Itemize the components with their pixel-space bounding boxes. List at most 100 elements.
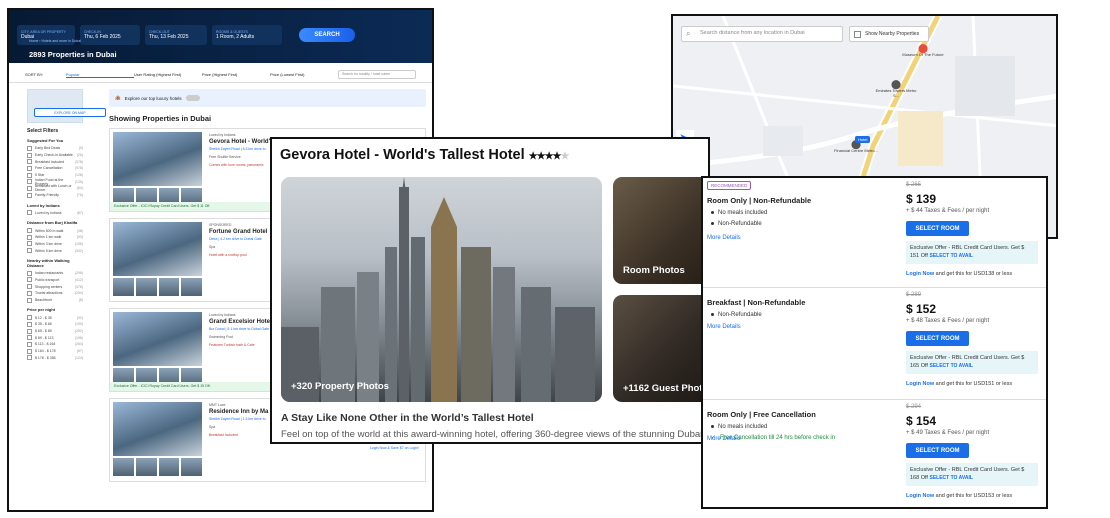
thumb-image[interactable] [135, 278, 157, 296]
filter-option[interactable]: Early Bird Deals (9) [27, 145, 83, 152]
hotel-images[interactable] [110, 129, 205, 211]
filter-checkbox[interactable] [27, 152, 32, 158]
filter-option[interactable]: Breakfast Included (378) [27, 158, 83, 165]
filter-option[interactable]: Family-Friendly (76) [27, 192, 83, 199]
filter-checkbox[interactable] [27, 145, 32, 151]
filter-checkbox[interactable] [27, 210, 32, 216]
login-now-link[interactable]: Login Now [906, 271, 934, 277]
filter-checkbox[interactable] [27, 270, 32, 276]
filter-option[interactable]: $ 65 - $ 89 (252) [27, 328, 83, 335]
locality-search-input[interactable]: Search for locality / hotel name [338, 70, 417, 79]
filter-checkbox[interactable] [27, 179, 32, 185]
map-thumbnail[interactable]: EXPLORE ON MAP [27, 89, 106, 123]
select-room-button[interactable]: SELECT ROOM [906, 221, 969, 236]
filter-checkbox[interactable] [27, 341, 32, 347]
filter-option[interactable]: Beachfront (8) [27, 297, 83, 304]
more-details-link[interactable]: More Details [707, 324, 741, 330]
hotel-marker[interactable]: Hotel [855, 136, 871, 143]
thumb-image[interactable] [158, 278, 180, 296]
filter-checkbox[interactable] [27, 248, 32, 254]
login-now-link[interactable]: Login Now [906, 381, 934, 387]
hotel-main-image[interactable] [113, 132, 202, 186]
sort-rating[interactable]: User Rating (Highest First) [134, 72, 202, 77]
filter-checkbox[interactable] [27, 228, 32, 234]
filter-option[interactable]: $ 178 - $ 356 (124) [27, 355, 83, 362]
filter-option[interactable]: Within 3 km drive (156) [27, 241, 83, 248]
thumb-image[interactable] [181, 278, 202, 296]
select-to-avail-link[interactable]: SELECT TO AVAIL [929, 363, 972, 369]
filter-option[interactable]: $ 35 - $ 65 (199) [27, 321, 83, 328]
hotel-images[interactable] [110, 399, 205, 481]
hotel-main-image[interactable] [113, 402, 202, 456]
explore-map-button[interactable]: EXPLORE ON MAP [34, 108, 106, 117]
nearby-properties-toggle[interactable]: Show Nearby Properties [849, 26, 929, 42]
checkout-field[interactable]: CHECK-OUT Thu, 13 Feb 2025 [145, 25, 207, 45]
filter-option[interactable]: Free Cancellation (978) [27, 165, 83, 172]
login-save-link[interactable]: Login Now & Save $7 on Login! [370, 446, 419, 450]
filter-option[interactable]: Within 500 m walk (48) [27, 227, 83, 234]
filter-option[interactable]: Breakfast with Lunch or Dinner (64) [27, 184, 83, 192]
luxury-banner[interactable]: 🏨 Explore our top luxury hotels [109, 89, 426, 107]
more-details-link[interactable]: More Details [707, 235, 741, 241]
guests-field[interactable]: ROOMS & GUESTS 1 Room, 2 Adults [212, 25, 282, 45]
thumb-image[interactable] [113, 278, 134, 296]
poi-financial-centre[interactable]: ⬤ Financial Centre Metro... [833, 140, 879, 154]
filter-checkbox[interactable] [27, 192, 32, 198]
filter-checkbox[interactable] [27, 185, 32, 191]
filter-option[interactable]: $ 12 - $ 35 (32) [27, 314, 83, 321]
filter-option[interactable]: $ 164 - $ 178 (87) [27, 348, 83, 355]
hotel-main-image[interactable] [113, 222, 202, 276]
sort-price-low[interactable]: Price (Lowest First) [270, 72, 338, 77]
filter-checkbox[interactable] [27, 355, 32, 361]
filter-checkbox[interactable] [27, 348, 32, 354]
login-now-link[interactable]: Login Now [906, 493, 934, 499]
filter-checkbox[interactable] [27, 328, 32, 334]
hotel-images[interactable] [110, 309, 205, 391]
filter-option[interactable]: Early Check-In Available (26) [27, 152, 83, 159]
select-room-button[interactable]: SELECT ROOM [906, 443, 969, 458]
filter-checkbox[interactable] [27, 335, 32, 341]
filter-checkbox[interactable] [27, 321, 32, 327]
thumb-image[interactable] [135, 458, 157, 476]
filter-checkbox[interactable] [27, 284, 32, 290]
sort-price-high[interactable]: Price (Highest First) [202, 72, 270, 77]
thumb-image[interactable] [113, 458, 134, 476]
filter-checkbox[interactable] [27, 241, 32, 247]
filter-checkbox[interactable] [27, 290, 32, 296]
nearby-checkbox[interactable] [854, 31, 861, 38]
map-search-input[interactable]: Search distance from any location in Dub… [681, 26, 843, 42]
filter-checkbox[interactable] [27, 297, 32, 303]
room-photos-tile[interactable]: Room Photos [613, 177, 708, 284]
breadcrumb[interactable]: Home › Hotels and more in Dubai [29, 39, 81, 43]
filter-option[interactable]: Public transport (412) [27, 277, 83, 284]
filter-option[interactable]: Indian restaurants (296) [27, 270, 83, 277]
filter-checkbox[interactable] [27, 165, 32, 171]
search-button[interactable]: SEARCH [299, 28, 355, 42]
filter-checkbox[interactable] [27, 172, 32, 178]
hotel-main-image[interactable] [113, 312, 202, 366]
guest-photos-tile[interactable]: +1162 Guest Photos [613, 295, 708, 402]
hotel-images[interactable] [110, 219, 205, 301]
poi-emirates-towers[interactable]: ⬤ Emirates Towers Metro S... [873, 80, 919, 99]
filter-checkbox[interactable] [27, 315, 32, 321]
filter-checkbox[interactable] [27, 159, 32, 165]
filter-option[interactable]: $ 113 - $ 164 (264) [27, 341, 83, 348]
select-to-avail-link[interactable]: SELECT TO AVAIL [929, 475, 972, 481]
filter-option[interactable]: Loved by Indians (87) [27, 210, 83, 217]
filter-option[interactable]: Within 5 km drive (342) [27, 247, 83, 254]
sort-popular[interactable]: Popular [65, 72, 134, 78]
filter-option[interactable]: Shopping centers (378) [27, 283, 83, 290]
more-details-link[interactable]: More Details [707, 436, 741, 442]
checkin-field[interactable]: CHECK-IN Thu, 6 Feb 2025 [80, 25, 140, 45]
select-to-avail-link[interactable]: SELECT TO AVAIL [929, 253, 972, 259]
select-room-button[interactable]: SELECT ROOM [906, 331, 969, 346]
filter-option[interactable]: Within 1 km walk (93) [27, 234, 83, 241]
property-photos-tile[interactable]: +320 Property Photos [281, 177, 602, 402]
filter-checkbox[interactable] [27, 277, 32, 283]
poi-museum[interactable]: ⬤ Museum Of The Future [898, 44, 948, 58]
filter-checkbox[interactable] [27, 234, 32, 240]
filter-option[interactable]: $ 89 - $ 113 (198) [27, 334, 83, 341]
thumb-image[interactable] [181, 458, 202, 476]
banner-toggle[interactable] [185, 95, 200, 101]
filter-option[interactable]: Tourist attractions (264) [27, 290, 83, 297]
